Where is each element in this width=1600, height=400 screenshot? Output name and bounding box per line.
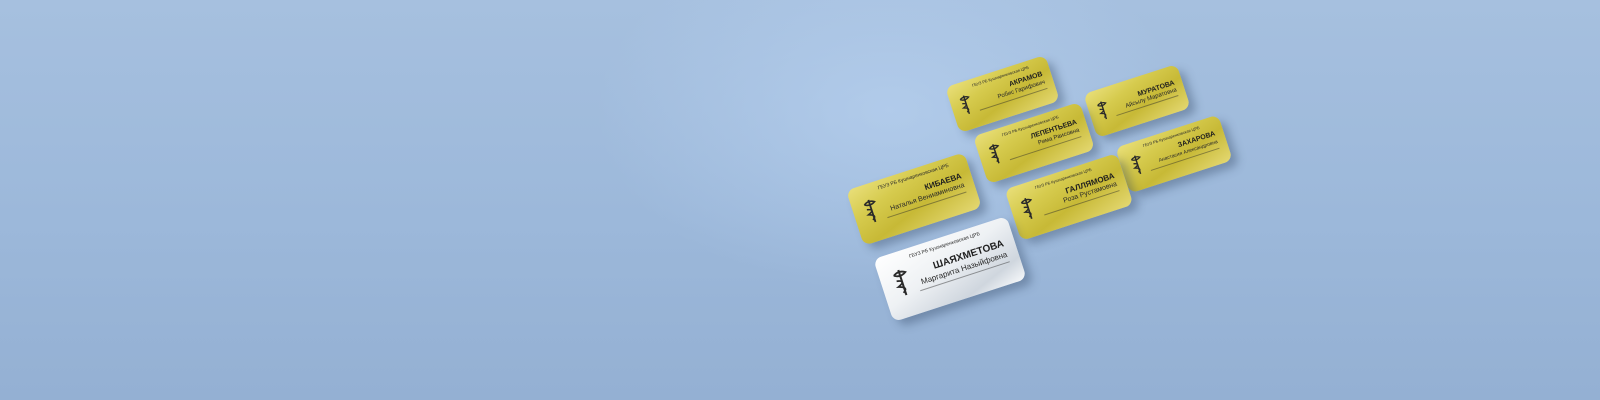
medical-snake-icon [1096, 101, 1107, 120]
medical-snake-icon [959, 94, 971, 114]
medical-snake-icon [1130, 155, 1141, 174]
medical-snake-icon [863, 199, 876, 223]
photo-background: ГБУЗ РБ Кушнаренковская ЦРБ АКРАМОВ Роби… [0, 0, 1600, 400]
medical-snake-icon [892, 269, 908, 296]
medical-snake-icon [988, 144, 1000, 164]
medical-snake-icon [1021, 197, 1033, 219]
name-badge-muratova: МУРАТОВА Айсылу Маратовна [1083, 63, 1191, 139]
